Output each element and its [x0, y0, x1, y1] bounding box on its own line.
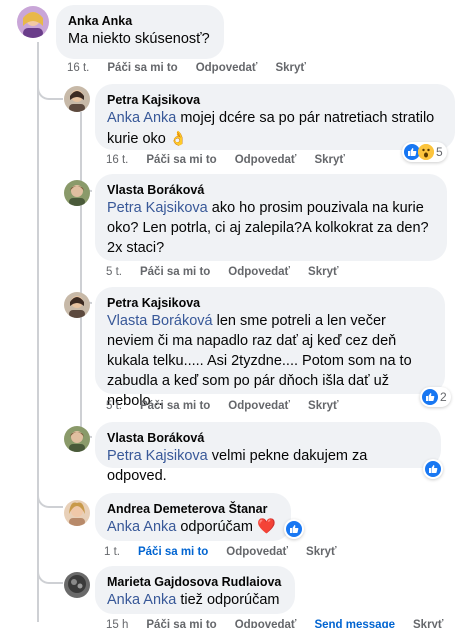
like-reaction-icon [422, 389, 438, 405]
comment-actions: 1 t. Páči sa mi to Odpovedať Skryť [104, 546, 337, 558]
send-message-button[interactable]: Send message [314, 619, 395, 628]
comment-actions: 5 t. Páči sa mi to Odpovedať Skryť [106, 400, 339, 412]
comment-bubble: Petra Kajsikova Anka Anka mojej dcére sa… [95, 84, 455, 150]
thread-connector [37, 80, 63, 100]
reply-button[interactable]: Odpovedať [228, 400, 290, 412]
comment-time[interactable]: 1 t. [104, 546, 120, 558]
like-button[interactable]: Páči sa mi to [107, 62, 177, 74]
hide-button[interactable]: Skryť [306, 546, 336, 558]
comment-text: Ma niekto skúsenosť? [68, 31, 210, 47]
comment-author[interactable]: Vlasta Boráková [107, 182, 435, 198]
hide-button[interactable]: Skryť [275, 62, 305, 74]
mention-link[interactable]: Petra Kajsikova [107, 448, 208, 464]
like-reaction-icon [425, 461, 441, 477]
hide-button[interactable]: Skryť [413, 619, 443, 628]
comment-bubble: Marieta Gajdosova Rudlaiova Anka Anka ti… [95, 566, 295, 614]
reaction-summary[interactable]: 2 [420, 387, 451, 407]
avatar[interactable] [64, 86, 90, 112]
reply-button[interactable]: Odpovedať [196, 62, 258, 74]
comment-author[interactable]: Petra Kajsikova [107, 295, 433, 311]
comment-bubble: Petra Kajsikova Vlasta Boráková len sme … [95, 287, 445, 409]
hide-button[interactable]: Skryť [308, 400, 338, 412]
comment-author[interactable]: Anka Anka [68, 13, 212, 29]
avatar[interactable] [17, 6, 49, 38]
mention-link[interactable]: Vlasta Boráková [107, 313, 213, 329]
like-button[interactable]: Páči sa mi to [146, 154, 216, 166]
mention-link[interactable]: Anka Anka [107, 110, 176, 126]
comment-bubble: Anka Anka Ma niekto skúsenosť? [56, 5, 224, 59]
reaction-summary[interactable]: 5 [402, 142, 447, 162]
reply-button[interactable]: Odpovedať [235, 154, 297, 166]
reaction-summary[interactable] [423, 459, 443, 479]
comment-author[interactable]: Petra Kajsikova [107, 92, 443, 108]
comment-author[interactable]: Andrea Demeterova Štanar [107, 501, 279, 517]
like-button[interactable]: Páči sa mi to [140, 266, 210, 278]
comment-actions: 16 t. Páči sa mi to Odpovedať Skryť [106, 154, 345, 166]
like-button[interactable]: Páči sa mi to [140, 400, 210, 412]
comment-actions: 15 h Páči sa mi to Odpovedať Send messag… [106, 619, 443, 628]
mention-link[interactable]: Petra Kajsikova [107, 200, 208, 216]
like-button[interactable]: Páči sa mi to [138, 546, 208, 558]
mention-link[interactable]: Anka Anka [107, 592, 176, 608]
avatar[interactable] [64, 500, 90, 526]
comment-text: odporúčam [176, 519, 257, 535]
comment-time[interactable]: 16 t. [67, 62, 89, 74]
comment-time[interactable]: 5 t. [106, 266, 122, 278]
avatar[interactable] [64, 292, 90, 318]
heart-emoji: ❤️ [256, 518, 276, 535]
comment-bubble: Vlasta Boráková Petra Kajsikova ako ho p… [95, 174, 447, 261]
mention-link[interactable]: Anka Anka [107, 519, 176, 535]
hide-button[interactable]: Skryť [314, 154, 344, 166]
thread-connector [37, 484, 63, 508]
like-button[interactable]: Páči sa mi to [146, 619, 216, 628]
ok-hand-emoji: 👌 [169, 130, 188, 146]
reply-button[interactable]: Odpovedať [226, 546, 288, 558]
reaction-count: 2 [440, 390, 447, 404]
comment-time[interactable]: 15 h [106, 619, 128, 628]
like-reaction-icon [286, 521, 302, 537]
hide-button[interactable]: Skryť [308, 266, 338, 278]
comment-bubble: Andrea Demeterova Štanar Anka Anka odpor… [95, 493, 291, 541]
reaction-count: 5 [436, 145, 443, 159]
avatar[interactable] [64, 180, 90, 206]
wow-reaction-icon [418, 144, 434, 160]
reply-button[interactable]: Odpovedať [235, 619, 297, 628]
avatar[interactable] [64, 426, 90, 452]
avatar[interactable] [64, 572, 90, 598]
comment-author[interactable]: Marieta Gajdosova Rudlaiova [107, 574, 283, 590]
comment-time[interactable]: 5 t. [106, 400, 122, 412]
comment-actions: 16 t. Páči sa mi to Odpovedať Skryť [67, 62, 306, 74]
thread-line-nested [80, 112, 82, 432]
reply-button[interactable]: Odpovedať [228, 266, 290, 278]
thread-connector [37, 562, 63, 584]
comment-author[interactable]: Vlasta Boráková [107, 430, 429, 446]
comment-text: tiež odporúčam [176, 592, 280, 608]
reaction-summary[interactable] [284, 519, 304, 539]
comment-time[interactable]: 16 t. [106, 154, 128, 166]
comment-bubble: Vlasta Boráková Petra Kajsikova velmi pe… [95, 422, 441, 484]
comment-actions: 5 t. Páči sa mi to Odpovedať Skryť [106, 266, 339, 278]
thread-line-root [37, 42, 39, 622]
